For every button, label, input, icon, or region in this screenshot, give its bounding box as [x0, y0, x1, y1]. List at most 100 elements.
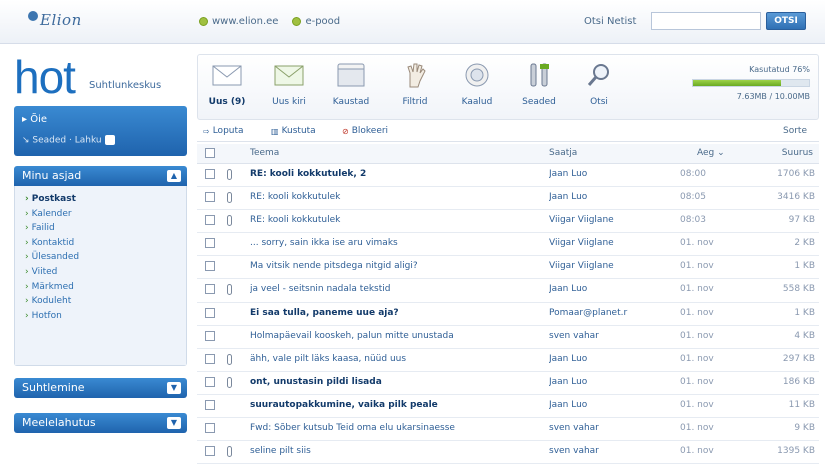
- table-row[interactable]: Holmapäevail kooskeh, palun mitte unusta…: [197, 326, 819, 349]
- row-subject[interactable]: ... sorry, sain ikka ise aru vimaks: [250, 238, 540, 248]
- row-checkbox[interactable]: [205, 353, 215, 364]
- menu-item-postkast[interactable]: › Postkast: [25, 192, 176, 207]
- expand-icon[interactable]: ▼: [167, 382, 181, 394]
- row-subject[interactable]: ähh, vale pilt läks kaasa, nüüd uus: [250, 354, 540, 364]
- header-size[interactable]: Suurus: [782, 148, 813, 158]
- row-subject[interactable]: ja veel - seitsnin nadala tekstid: [250, 284, 540, 294]
- panel-meelelahutus-header[interactable]: Meelelahutus ▼: [14, 413, 187, 433]
- collapse-icon[interactable]: ▲: [167, 170, 181, 182]
- menu-item-kontaktid[interactable]: › Kontaktid: [25, 236, 176, 251]
- elion-logo[interactable]: Elion: [28, 11, 82, 29]
- row-checkbox[interactable]: [205, 399, 215, 410]
- row-checkbox[interactable]: [205, 307, 215, 318]
- tool-inbox-new[interactable]: Uus (9): [204, 61, 250, 107]
- table-row[interactable]: seline pilt siis sven vahar 01. nov 1395 KB: [197, 441, 819, 465]
- row-checkbox[interactable]: [205, 169, 215, 179]
- row-subject[interactable]: RE: kooli kokkutulek: [250, 215, 540, 225]
- link-epood[interactable]: e-pood: [292, 16, 340, 27]
- row-checkbox[interactable]: [205, 215, 215, 226]
- table-row[interactable]: ont, unustasin pildi lisada Jaan Luo 01. n…: [197, 372, 819, 395]
- row-checkbox[interactable]: [205, 238, 215, 249]
- row-subject[interactable]: Ma vitsik nende pitsdega nitgid aligi?: [250, 261, 540, 271]
- row-from[interactable]: Jaan Luo: [549, 169, 649, 179]
- header-subject[interactable]: Teema: [250, 148, 279, 158]
- search-input[interactable]: [651, 12, 761, 30]
- row-checkbox[interactable]: [205, 330, 215, 341]
- row-from[interactable]: Jaan Luo: [549, 377, 649, 387]
- row-date: 08:00: [680, 169, 706, 179]
- action-move[interactable]: ⇨ Loputa: [203, 126, 244, 136]
- row-subject[interactable]: Holmapäevail kooskeh, palun mitte unusta…: [250, 331, 540, 341]
- action-delete[interactable]: ▥ Kustuta: [271, 126, 316, 136]
- menu-item-viited[interactable]: › Viited: [25, 265, 176, 280]
- row-subject[interactable]: suurautopakkumine, vaika pilk peale: [250, 400, 540, 410]
- table-row[interactable]: Fwd: Sõber kutsub Teid oma elu ukarsinae…: [197, 418, 819, 442]
- tool-filters[interactable]: Filtrid: [392, 61, 438, 107]
- row-from[interactable]: sven vahar: [549, 331, 649, 341]
- row-checkbox[interactable]: [205, 446, 215, 457]
- row-from[interactable]: Viigar Viiglane: [549, 238, 649, 248]
- row-from[interactable]: Jaan Luo: [549, 400, 649, 410]
- header-from[interactable]: Saatja: [549, 148, 577, 158]
- header-date[interactable]: Aeg ⌄: [697, 148, 725, 158]
- row-from[interactable]: sven vahar: [549, 446, 649, 456]
- paperclip-icon: [227, 376, 232, 388]
- menu-item-markmed[interactable]: › Märkmed: [25, 280, 176, 295]
- table-row[interactable]: suurautopakkumine, vaika pilk peale Jaan …: [197, 394, 819, 419]
- row-from[interactable]: Jaan Luo: [549, 192, 649, 202]
- table-row[interactable]: RE: kooli kokkutulek Viigar Viiglane 08:03…: [197, 210, 819, 234]
- row-checkbox[interactable]: [205, 192, 215, 203]
- user-name[interactable]: Õie: [30, 114, 47, 125]
- panel-suhtlemine-header[interactable]: Suhtlemine ▼: [14, 378, 187, 398]
- row-subject[interactable]: Fwd: Sõber kutsub Teid oma elu ukarsinae…: [250, 423, 540, 433]
- row-subject[interactable]: ont, unustasin pildi lisada: [250, 377, 540, 387]
- tool-folders[interactable]: Kaustad: [328, 61, 374, 107]
- select-all-checkbox[interactable]: [205, 148, 215, 158]
- menu-label: Postkast: [31, 194, 76, 204]
- row-subject[interactable]: seline pilt siis: [250, 446, 540, 456]
- table-row[interactable]: ja veel - seitsnin nadala tekstid Jaan Lu…: [197, 279, 819, 303]
- expand-icon[interactable]: ▼: [167, 417, 181, 429]
- table-row[interactable]: RE: kooli kokkutulek Jaan Luo 08:05 3416 KB: [197, 187, 819, 211]
- menu-item-ulesanded[interactable]: › Ülesanded: [25, 250, 176, 265]
- menu-item-kalender[interactable]: › Kalender: [25, 207, 176, 222]
- link-elion[interactable]: www.elion.ee: [199, 16, 278, 27]
- row-size: 1395 KB: [777, 446, 815, 457]
- menu-label: Ülesanded: [31, 252, 80, 263]
- row-subject[interactable]: Ei saa tulla, paneme uue aja?: [250, 308, 540, 318]
- row-checkbox[interactable]: [205, 376, 215, 387]
- panel-minu-asjad-header[interactable]: Minu asjad ▲: [14, 166, 187, 186]
- tool-settings[interactable]: Seaded: [516, 61, 562, 107]
- sort-label[interactable]: Sorte: [783, 126, 807, 136]
- row-checkbox[interactable]: [205, 261, 215, 272]
- row-checkbox[interactable]: [205, 284, 215, 295]
- row-subject[interactable]: RE: kooli kokkutulek: [250, 192, 540, 202]
- tool-protection[interactable]: Kaalud: [454, 61, 500, 107]
- search-button[interactable]: OTSI: [766, 12, 806, 30]
- row-from[interactable]: Viigar Viiglane: [549, 215, 649, 225]
- table-row[interactable]: ähh, vale pilt läks kaasa, nüüd uus Jaan …: [197, 348, 819, 372]
- row-from[interactable]: sven vahar: [549, 423, 649, 433]
- row-from[interactable]: Viigar Viiglane: [549, 261, 649, 271]
- table-row[interactable]: Ma vitsik nende pitsdega nitgid aligi? Vi…: [197, 256, 819, 280]
- arrow-icon: ›: [25, 266, 29, 277]
- row-subject[interactable]: RE: kooli kokkutulek, 2: [250, 169, 540, 179]
- action-block[interactable]: ⊘ Blokeeri: [342, 126, 388, 136]
- tool-new-letter[interactable]: Uus kiri: [266, 61, 312, 107]
- row-from[interactable]: Jaan Luo: [549, 354, 649, 364]
- row-size: 1 KB: [794, 307, 815, 318]
- logout-link[interactable]: Lahku: [75, 136, 102, 146]
- quota-bar: [692, 79, 810, 87]
- table-row[interactable]: RE: kooli kokkutulek, 2 Jaan Luo 08:00 1706…: [197, 164, 819, 188]
- logout-icon[interactable]: [104, 135, 115, 145]
- menu-item-failid[interactable]: › Failid: [25, 221, 176, 236]
- table-row[interactable]: ... sorry, sain ikka ise aru vimaks Viiga…: [197, 233, 819, 257]
- table-row[interactable]: Ei saa tulla, paneme uue aja? Pomaar@plan…: [197, 302, 819, 326]
- menu-item-hotfon[interactable]: › Hotfon: [25, 309, 176, 324]
- row-from[interactable]: Pomaar@planet.r: [549, 308, 649, 318]
- menu-item-koduleht[interactable]: › Koduleht: [25, 294, 176, 309]
- tool-search[interactable]: Otsi: [576, 61, 622, 107]
- row-from[interactable]: Jaan Luo: [549, 284, 649, 294]
- settings-link[interactable]: Seaded: [32, 136, 66, 146]
- row-checkbox[interactable]: [205, 423, 215, 434]
